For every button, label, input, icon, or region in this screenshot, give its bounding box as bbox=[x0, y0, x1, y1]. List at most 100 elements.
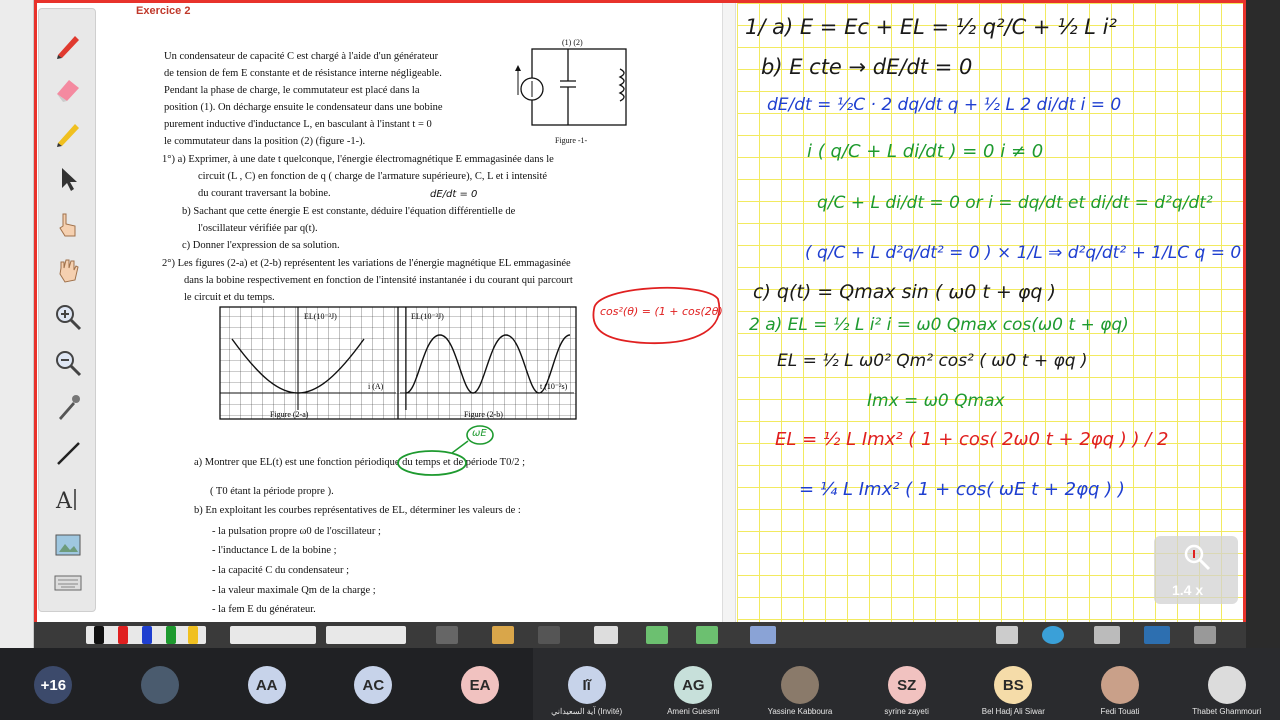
participant-tile[interactable]: AA bbox=[213, 648, 320, 720]
cursor-arrow-icon bbox=[62, 168, 77, 191]
avatar bbox=[780, 666, 819, 704]
screen-button[interactable] bbox=[1144, 626, 1170, 644]
zoom-in-button[interactable] bbox=[48, 299, 88, 335]
pen-tool-button[interactable] bbox=[48, 27, 88, 63]
avatar bbox=[1100, 666, 1139, 704]
fig2b-caption: Figure (2-b) bbox=[464, 410, 503, 419]
fig2a-ylabel: EL(10⁻³J) bbox=[304, 312, 337, 321]
participant-name: Ameni Guesmi bbox=[667, 707, 720, 716]
redo-button[interactable] bbox=[538, 626, 560, 644]
avatar: SZ bbox=[887, 666, 926, 704]
globe-button[interactable] bbox=[1042, 626, 1064, 644]
zoom-out-icon bbox=[56, 351, 82, 377]
solution-line: b) E cte → dE/dt = 0 bbox=[761, 55, 973, 79]
edit-button[interactable] bbox=[996, 626, 1018, 644]
text-tool-button[interactable]: A bbox=[48, 481, 88, 517]
participant-tile[interactable]: EA bbox=[427, 648, 534, 720]
text-icon: A bbox=[55, 489, 76, 514]
pointer-hand-button[interactable] bbox=[48, 207, 88, 243]
participant-tile[interactable]: Fedi Touati bbox=[1066, 648, 1174, 720]
question-1a-cont: du courant traversant la bobine. bbox=[198, 188, 331, 199]
participant-tile[interactable]: Yassine Kabboura bbox=[746, 648, 854, 720]
participant-tile[interactable]: BS Bel Hadj Ali Siwar bbox=[960, 648, 1067, 720]
participant-tile[interactable]: Iĩ آية السعيداني (Invité) bbox=[533, 648, 640, 720]
energy-figures: EL(10⁻³J) EL(10⁻³J) i (A) t (10⁻²s) Figu… bbox=[219, 306, 577, 420]
page-add-button[interactable] bbox=[646, 626, 668, 644]
zoom-out-button[interactable] bbox=[48, 345, 88, 381]
undo-button[interactable] bbox=[492, 626, 514, 644]
grid-toggle-button[interactable] bbox=[436, 626, 458, 644]
solution-line: 1/ a) E = Ec + EL = ½ q²/C + ½ L i² bbox=[745, 15, 1117, 39]
question-1b-cont: l'oscillateur vérifiée par q(t). bbox=[198, 223, 318, 234]
question-1b: b) Sachant que cette énergie E est const… bbox=[182, 206, 516, 217]
avatar: AG bbox=[674, 666, 713, 704]
avatar: EA bbox=[460, 666, 499, 704]
question-1a: 1°) a) Exprimer, à une date t quelconque… bbox=[162, 154, 554, 165]
shape-tool-button[interactable] bbox=[48, 527, 88, 563]
switch-positions: (1) (2) bbox=[562, 38, 583, 47]
page-next-button[interactable] bbox=[696, 626, 718, 644]
screen-share-stage: A Exercice 2 Un condensateur de capacité… bbox=[0, 0, 1280, 648]
line-width-selector[interactable] bbox=[230, 626, 316, 644]
highlighter-icon bbox=[57, 124, 79, 147]
color-swatch-black[interactable] bbox=[94, 626, 104, 644]
highlighter-tool-button[interactable] bbox=[48, 115, 88, 151]
solution-line: EL = ½ L Imx² ( 1 + cos( 2ω0 t + 2φq ) )… bbox=[775, 429, 1169, 450]
participant-name: Yassine Kabboura bbox=[767, 707, 833, 716]
handwritten-solution-area: 1/ a) E = Ec + EL = ½ q²/C + ½ L i² b) E… bbox=[737, 3, 1243, 622]
participant-tile[interactable]: Thabet Ghammouri bbox=[1173, 648, 1280, 720]
participant-tile[interactable]: AC bbox=[320, 648, 427, 720]
line-tool-button[interactable] bbox=[48, 435, 88, 471]
color-swatch-red[interactable] bbox=[118, 626, 128, 644]
keyboard-button[interactable] bbox=[48, 569, 88, 597]
color-swatch-yellow[interactable] bbox=[188, 626, 198, 644]
fig2b-xlabel: t (10⁻²s) bbox=[540, 382, 568, 391]
pan-hand-button[interactable] bbox=[48, 253, 88, 289]
avatar: BS bbox=[994, 666, 1033, 704]
intro-line: Un condensateur de capacité C est chargé… bbox=[164, 51, 439, 62]
folder-button[interactable] bbox=[1094, 626, 1120, 644]
circuit-figure-1: Figure -1- (1) (2) bbox=[515, 38, 627, 145]
whiteboard-bottom-toolbar bbox=[34, 622, 1246, 648]
pointing-hand-icon bbox=[59, 213, 76, 237]
open-hand-icon bbox=[59, 259, 79, 283]
stamp-button[interactable] bbox=[750, 626, 776, 644]
participant-tile[interactable]: AG Ameni Guesmi bbox=[640, 648, 747, 720]
solution-line: q/C + L di/dt = 0 or i = dq/dt et di/dt … bbox=[817, 193, 1213, 213]
avatar: +16 bbox=[34, 666, 73, 704]
eraser-tool-button[interactable] bbox=[48, 71, 88, 107]
annotation-de-dt: dE/dt = 0 bbox=[430, 189, 478, 200]
fig2a-xlabel: i (A) bbox=[368, 382, 384, 391]
color-swatch-green[interactable] bbox=[166, 626, 176, 644]
participant-tile[interactable]: SZ syrine zayeti bbox=[853, 648, 960, 720]
dot-size-selector[interactable] bbox=[326, 626, 406, 644]
list-item: - la pulsation propre ω0 de l'oscillateu… bbox=[212, 526, 381, 537]
page-button[interactable] bbox=[594, 626, 618, 644]
exercise-document: Exercice 2 Un condensateur de capacité C… bbox=[100, 3, 722, 622]
intro-line: Pendant la phase de charge, le commutate… bbox=[164, 85, 420, 96]
avatar bbox=[140, 666, 179, 704]
eyedropper-button[interactable] bbox=[48, 389, 88, 425]
question-2a-note: ( T0 étant la période propre ). bbox=[210, 486, 334, 497]
intro-line: le commutateur dans la position (2) (fig… bbox=[164, 136, 366, 147]
settings-button[interactable] bbox=[1194, 626, 1216, 644]
avatar bbox=[1207, 666, 1246, 704]
page-separator bbox=[722, 3, 736, 622]
solution-line: = ¼ L Imx² ( 1 + cos( ωE t + 2φq ) ) bbox=[799, 479, 1125, 500]
pen-icon bbox=[57, 36, 79, 59]
list-item: - la valeur maximale Qm de la charge ; bbox=[212, 585, 376, 596]
solution-line: Imx = ω0 Qmax bbox=[867, 391, 1005, 411]
color-swatch-blue[interactable] bbox=[142, 626, 152, 644]
question-1c: c) Donner l'expression de sa solution. bbox=[182, 240, 340, 251]
participant-name: آية السعيداني (Invité) bbox=[551, 707, 623, 716]
question-2b: b) En exploitant les courbes représentat… bbox=[194, 505, 521, 516]
magnifier-icon bbox=[1184, 544, 1211, 571]
question-2-cont: dans la bobine respectivement en fonctio… bbox=[184, 275, 573, 286]
participant-tile[interactable] bbox=[107, 648, 214, 720]
solution-line: dE/dt = ½C · 2 dq/dt q + ½ L 2 di/dt i =… bbox=[767, 95, 1122, 115]
participant-tile[interactable]: +16 bbox=[0, 648, 107, 720]
solution-line: ( q/C + L d²q/dt² = 0 ) × 1/L ⇒ d²q/dt² … bbox=[805, 243, 1242, 263]
solution-line: c) q(t) = Qmax sin ( ω0 t + φq ) bbox=[753, 281, 1056, 303]
svg-text:A: A bbox=[55, 489, 73, 514]
select-tool-button[interactable] bbox=[48, 161, 88, 197]
